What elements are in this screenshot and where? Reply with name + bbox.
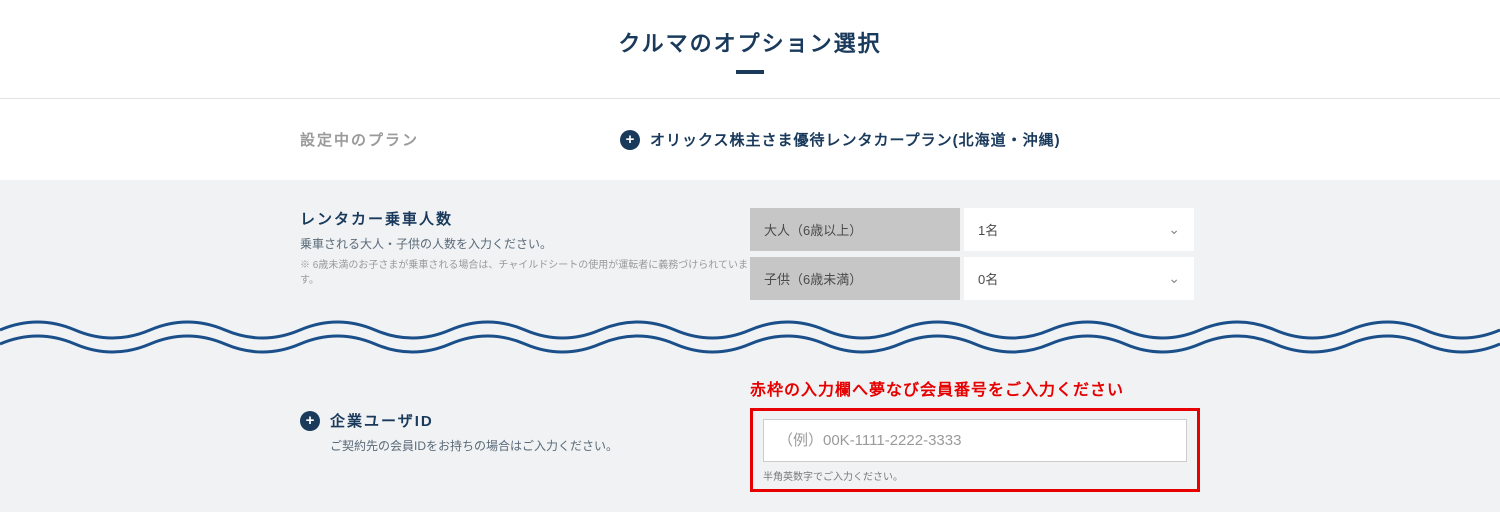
child-label: 子供（6歳未満） bbox=[750, 257, 960, 300]
page-title: クルマのオプション選択 bbox=[0, 26, 1500, 58]
adult-label: 大人（6歳以上） bbox=[750, 208, 960, 251]
passenger-desc: 乗車される大人・子供の人数を入力ください。 bbox=[300, 235, 750, 252]
wave-divider bbox=[0, 316, 1500, 354]
adult-select[interactable]: 1名 ⌄ bbox=[964, 208, 1194, 251]
corp-id-highlight-box: 半角英数字でご入力ください。 bbox=[750, 408, 1200, 492]
passenger-section: レンタカー乗車人数 乗車される大人・子供の人数を入力ください。 ※ 6歳未満のお… bbox=[0, 180, 1500, 316]
chevron-down-icon: ⌄ bbox=[1168, 270, 1180, 287]
passenger-row-child: 子供（6歳未満） 0名 ⌄ bbox=[750, 257, 1200, 300]
corp-id-input[interactable] bbox=[763, 419, 1187, 462]
corp-id-desc: ご契約先の会員IDをお持ちの場合はご入力ください。 bbox=[330, 437, 750, 454]
corp-id-instruction: 赤枠の入力欄へ夢なび会員番号をご入力ください bbox=[750, 376, 1200, 400]
passenger-note: ※ 6歳未満のお子さまが乗車される場合は、チャイルドシートの使用が運転者に義務づ… bbox=[300, 256, 750, 286]
title-section: クルマのオプション選択 bbox=[0, 0, 1500, 92]
current-plan-row: 設定中のプラン + オリックス株主さま優待レンタカープラン(北海道・沖縄) bbox=[0, 99, 1500, 180]
current-plan-name: オリックス株主さま優待レンタカープラン(北海道・沖縄) bbox=[650, 129, 1061, 150]
adult-value: 1名 bbox=[978, 220, 998, 239]
current-plan-label: 設定中のプラン bbox=[300, 132, 419, 149]
corp-id-section: + 企業ユーザID ご契約先の会員IDをお持ちの場合はご入力ください。 赤枠の入… bbox=[0, 354, 1500, 512]
title-underline bbox=[736, 70, 764, 74]
passenger-row-adult: 大人（6歳以上） 1名 ⌄ bbox=[750, 208, 1200, 251]
corp-id-help: 半角英数字でご入力ください。 bbox=[763, 468, 1187, 483]
child-value: 0名 bbox=[978, 269, 998, 288]
plus-circle-icon: + bbox=[300, 411, 320, 431]
chevron-down-icon: ⌄ bbox=[1168, 221, 1180, 238]
passenger-heading: レンタカー乗車人数 bbox=[300, 208, 750, 229]
plus-circle-icon: + bbox=[620, 130, 640, 150]
child-select[interactable]: 0名 ⌄ bbox=[964, 257, 1194, 300]
corp-id-heading: 企業ユーザID bbox=[330, 410, 434, 431]
